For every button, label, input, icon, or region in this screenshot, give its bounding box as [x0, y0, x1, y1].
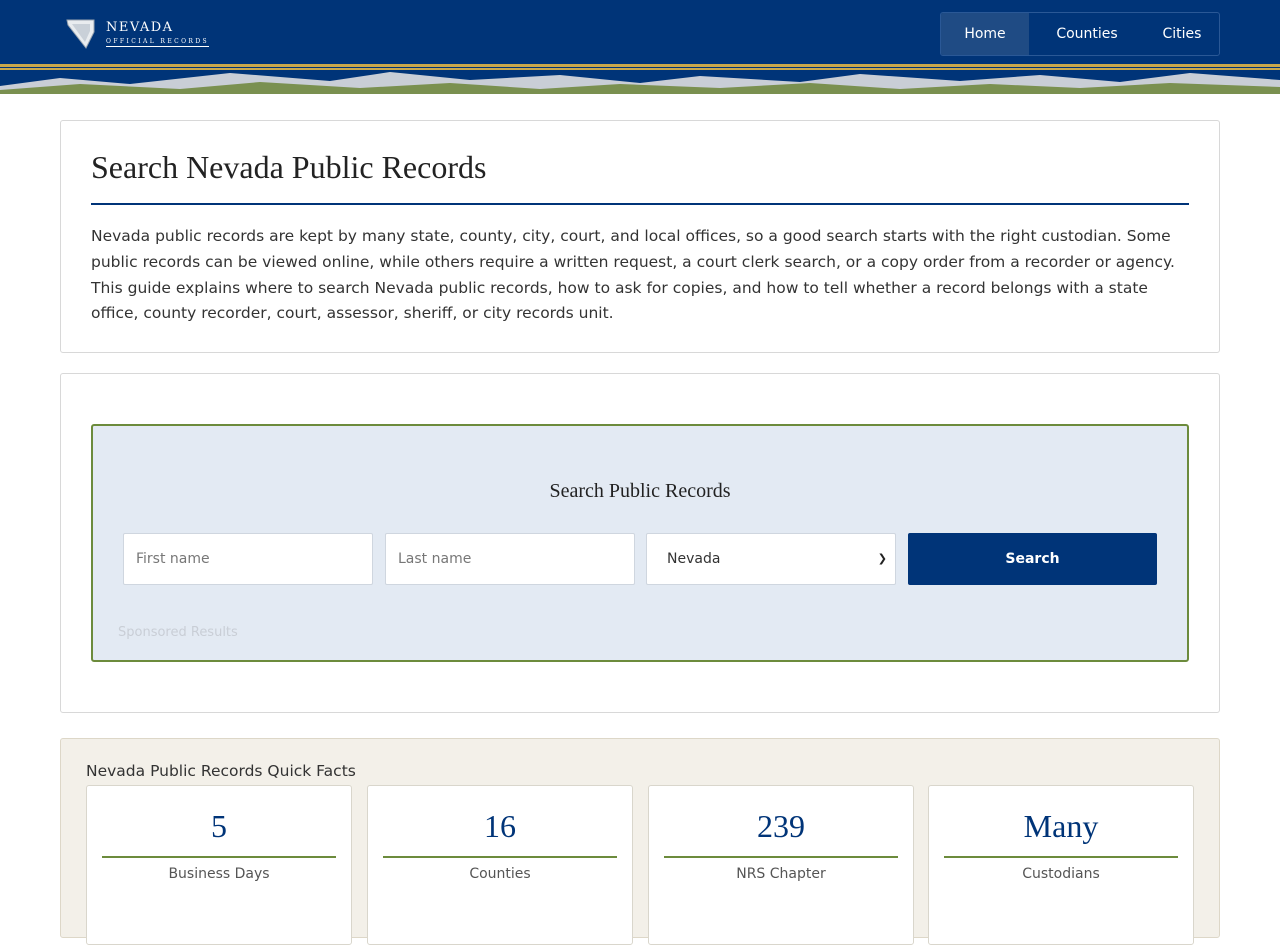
quick-facts-card: Nevada Public Records Quick Facts 5 Busi…	[60, 738, 1220, 945]
page-title: Search Nevada Public Records	[91, 149, 487, 185]
sponsored-label: Sponsored Results	[118, 625, 238, 640]
intro-paragraph: Nevada public records are kept by many s…	[91, 227, 1175, 323]
search-button[interactable]: Search	[908, 533, 1157, 585]
fact-card: Many Custodians	[928, 785, 1194, 945]
fact-label: NRS Chapter	[736, 866, 826, 882]
last-name-input[interactable]	[385, 533, 635, 585]
fact-card: 239 NRS Chapter	[648, 785, 914, 945]
chevron-down-icon: ❯	[877, 552, 887, 565]
fact-divider	[944, 856, 1178, 858]
mountain-banner	[0, 64, 1280, 94]
logo-subtitle: OFFICIAL RECORDS	[106, 38, 210, 47]
nav-home[interactable]: Home	[941, 13, 1029, 55]
nav-counties[interactable]: Counties	[1029, 13, 1145, 55]
site-header: NEVADA OFFICIAL RECORDS Home Counties Ci…	[0, 0, 1280, 64]
search-card: Search Public Records Nevada ❯ Search Sp…	[60, 373, 1220, 713]
fact-value: 5	[211, 808, 227, 844]
nevada-logo-icon	[66, 19, 95, 49]
search-panel: Search Public Records Nevada ❯ Search Sp…	[91, 424, 1189, 662]
fact-label: Custodians	[1022, 866, 1100, 882]
fact-value: 16	[484, 808, 516, 844]
fact-card: 5 Business Days	[86, 785, 352, 945]
fact-value: 239	[757, 808, 805, 844]
first-name-input[interactable]	[123, 533, 373, 585]
main-nav: Home Counties Cities	[940, 12, 1220, 56]
site-logo[interactable]: NEVADA OFFICIAL RECORDS	[66, 18, 226, 50]
fact-divider	[383, 856, 617, 858]
logo-title: NEVADA	[106, 20, 174, 35]
fact-label: Counties	[469, 866, 531, 882]
state-select[interactable]: Nevada ❯	[646, 533, 896, 585]
fact-divider	[664, 856, 898, 858]
quick-facts-title: Nevada Public Records Quick Facts	[86, 762, 356, 780]
fact-divider	[102, 856, 336, 858]
search-heading: Search Public Records	[549, 480, 731, 502]
intro-card: Search Nevada Public Records Nevada publ…	[60, 120, 1220, 353]
title-divider	[91, 203, 1189, 205]
fact-card: 16 Counties	[367, 785, 633, 945]
fact-label: Business Days	[168, 866, 270, 882]
fact-value: Many	[1023, 808, 1099, 844]
state-select-value: Nevada	[667, 551, 721, 567]
nav-cities[interactable]: Cities	[1145, 13, 1219, 55]
